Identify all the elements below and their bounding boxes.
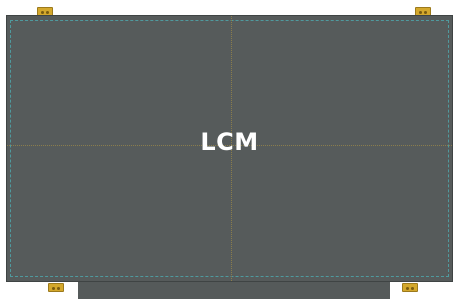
lcm-label: LCM xyxy=(200,128,259,156)
lcm-panel: LCM xyxy=(6,15,453,282)
mounting-tab-bottom-left xyxy=(48,283,64,292)
mounting-tab-bottom-right xyxy=(402,283,418,292)
